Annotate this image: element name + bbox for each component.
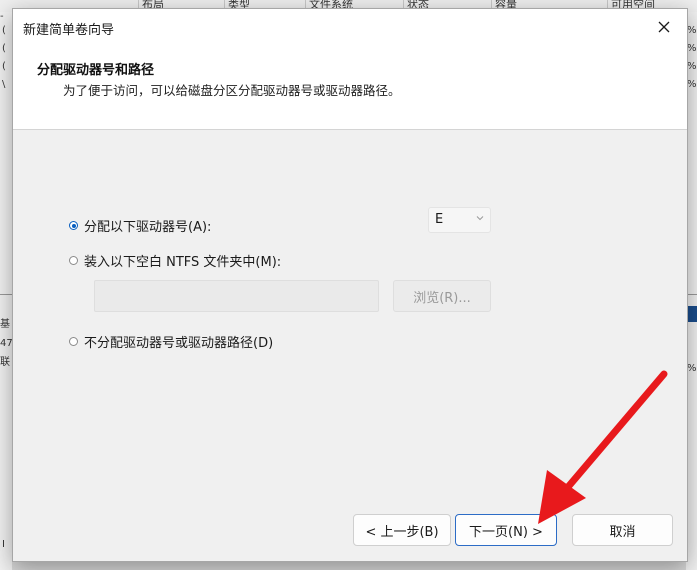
bg-glyph: % <box>687 43 697 54</box>
bg-glyph: 基 <box>0 319 10 330</box>
radio-label: 分配以下驱动器号(A): <box>84 220 212 235</box>
wizard-header: 分配驱动器号和路径 为了便于访问，可以给磁盘分区分配驱动器号或驱动器路径。 <box>13 45 687 130</box>
radio-label: 装入以下空白 NTFS 文件夹中(M): <box>84 255 282 270</box>
bg-glyph: % <box>687 61 697 72</box>
bg-glyph: ( <box>2 43 6 54</box>
window-title: 新建简单卷向导 <box>23 23 115 38</box>
page-title: 分配驱动器号和路径 <box>37 63 155 78</box>
radio-no-drive-letter[interactable]: 不分配驱动器号或驱动器路径(D) <box>69 332 273 351</box>
radio-label: 不分配驱动器号或驱动器路径(D) <box>84 336 274 351</box>
bg-glyph: - <box>0 11 4 22</box>
drive-letter-value: E <box>435 212 444 227</box>
drive-letter-select[interactable]: E <box>428 207 491 233</box>
back-button[interactable]: < 上一步(B) <box>353 514 451 546</box>
bg-glyph: 联 <box>0 357 10 368</box>
new-simple-volume-wizard: 新建简单卷向导 分配驱动器号和路径 为了便于访问，可以给磁盘分区分配驱动器号或驱… <box>12 8 688 562</box>
bg-glyph: ( <box>2 61 6 72</box>
close-icon <box>658 21 670 33</box>
bg-glyph: % <box>687 79 697 90</box>
radio-checked-icon <box>69 221 78 230</box>
bg-divider <box>0 294 12 295</box>
bg-glyph: \ <box>2 79 6 90</box>
page-subtitle: 为了便于访问，可以给磁盘分区分配驱动器号或驱动器路径。 <box>63 83 401 98</box>
bg-left-strip: - ( ( ( \ 基 47 联 I <box>0 11 13 570</box>
radio-unchecked-icon <box>69 337 78 346</box>
bg-glyph: ( <box>2 25 6 36</box>
folder-path-input[interactable] <box>94 280 379 312</box>
bg-glyph: I <box>2 539 5 550</box>
next-button[interactable]: 下一页(N) > <box>455 514 557 546</box>
radio-assign-drive-letter[interactable]: 分配以下驱动器号(A): <box>69 216 211 235</box>
title-bar: 新建简单卷向导 <box>13 9 687 45</box>
bg-glyph: % <box>687 363 697 374</box>
close-button[interactable] <box>641 9 687 45</box>
bg-glyph: % <box>687 25 697 36</box>
radio-unchecked-icon <box>69 256 78 265</box>
radio-mount-ntfs-folder[interactable]: 装入以下空白 NTFS 文件夹中(M): <box>69 251 281 270</box>
cancel-button[interactable]: 取消 <box>572 514 673 546</box>
chevron-down-icon <box>476 216 484 221</box>
bg-glyph: 47 <box>0 338 13 349</box>
browse-button[interactable]: 浏览(R)... <box>393 280 491 312</box>
